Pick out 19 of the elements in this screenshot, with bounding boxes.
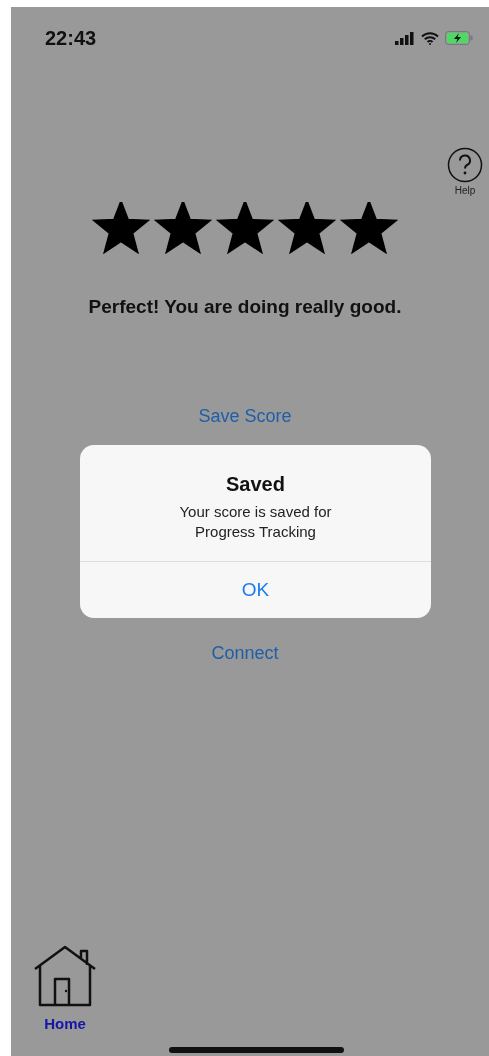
ok-button[interactable]: OK [80, 560, 431, 618]
star-icon [340, 202, 398, 254]
wifi-icon [421, 31, 439, 45]
star-icon [216, 202, 274, 254]
save-score-link[interactable]: Save Score [198, 406, 292, 427]
star-icon [278, 202, 336, 254]
clock-time: 22:43 [45, 26, 97, 50]
alert-message: Your score is saved for Progress Tracking [178, 502, 333, 543]
question-mark-icon [447, 147, 483, 183]
star-icon [154, 202, 212, 254]
signal-icon [395, 31, 415, 45]
result-message: Perfect! You are doing really good. [87, 296, 403, 318]
battery-icon [445, 31, 473, 45]
house-icon [33, 945, 97, 1007]
alert-title: Saved [226, 473, 285, 496]
connect-link[interactable]: Connect [211, 643, 279, 664]
help-button[interactable]: Help [447, 147, 483, 196]
star-icon [92, 202, 150, 254]
home-tab[interactable]: Home [33, 945, 97, 1032]
